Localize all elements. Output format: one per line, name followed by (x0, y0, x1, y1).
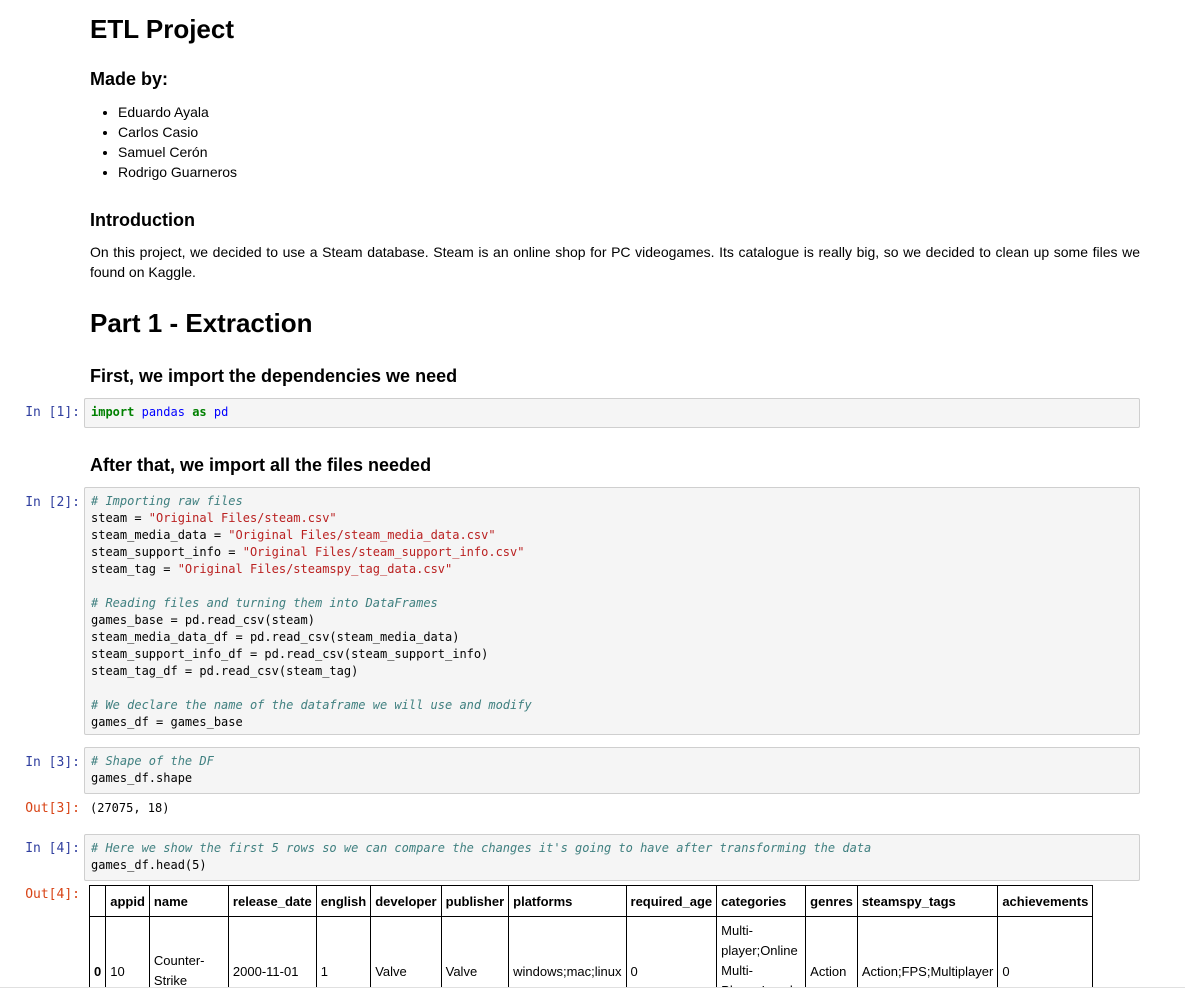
table-cell: 10 (105, 916, 150, 987)
column-header: publisher (440, 885, 510, 917)
code-string: "Original Files/steam.csv" (148, 511, 337, 525)
code-line: games_df.shape (91, 771, 193, 785)
code-string: "Original Files/steam_media_data.csv" (228, 528, 496, 542)
code-token: steam_media_data = (91, 528, 229, 542)
code-line: steam = "Original Files/steam.csv" (91, 510, 1133, 527)
table-cell: 1 (315, 916, 372, 987)
code-token: steam_tag = (91, 562, 178, 576)
table-header-row: appid name release_date english develope… (89, 885, 1094, 917)
column-header: required_age (625, 885, 718, 917)
code-token: as (192, 405, 207, 419)
code-line: steam_support_info = "Original Files/ste… (91, 544, 1133, 561)
code-comment: # Importing raw files (91, 494, 243, 508)
column-header: categories (716, 885, 807, 917)
code-cell-1[interactable]: import pandas as pd (84, 398, 1140, 428)
code-line: games_df = games_base (91, 715, 243, 729)
dataframe-output[interactable]: appid name release_date english develope… (89, 885, 1141, 987)
input-prompt: In [1]: (25, 405, 80, 420)
input-prompt: In [2]: (25, 495, 80, 510)
code-line: games_base = pd.read_csv(steam) (91, 613, 315, 627)
row-index: 0 (89, 916, 107, 987)
code-cell-3[interactable]: # Shape of the DF games_df.shape (84, 747, 1140, 794)
code-token: pd (213, 405, 229, 419)
column-header: english (315, 885, 372, 917)
author-item: Carlos Casio (118, 122, 1168, 142)
table-cell: 0 (625, 916, 718, 987)
code-line: steam_tag = "Original Files/steamspy_tag… (91, 561, 1133, 578)
code-comment: # Reading files and turning them into Da… (91, 596, 438, 610)
code-line: steam_tag_df = pd.read_csv(steam_tag) (91, 664, 359, 678)
made-by-heading: Made by: (90, 69, 169, 89)
output-text: (27075, 18) (90, 801, 170, 815)
code-line: games_df.head(5) (91, 858, 207, 872)
column-header: appid (105, 885, 150, 917)
code-string: "Original Files/steamspy_tag_data.csv" (177, 562, 453, 576)
code-line: steam_support_info_df = pd.read_csv(stea… (91, 647, 489, 661)
input-prompt: In [3]: (25, 755, 80, 770)
part1-heading: Part 1 - Extraction (90, 308, 313, 338)
column-header: platforms (508, 885, 627, 917)
code-token: steam_support_info = (91, 545, 243, 559)
dependencies-heading: First, we import the dependencies we nee… (90, 366, 458, 386)
column-header: steamspy_tags (856, 885, 999, 917)
table-cell: Valve (370, 916, 442, 987)
table-cell: Valve (440, 916, 510, 987)
code-cell-2[interactable]: # Importing raw files steam = "Original F… (84, 487, 1140, 735)
files-heading: After that, we import all the files need… (90, 455, 432, 475)
horizontal-scrollbar[interactable] (0, 987, 1185, 988)
code-comment: # Here we show the first 5 rows so we ca… (91, 841, 872, 855)
code-line: steam_media_data_df = pd.read_csv(steam_… (91, 630, 460, 644)
author-item: Samuel Cerón (118, 142, 1168, 162)
dataframe-table: appid name release_date english develope… (89, 885, 1094, 987)
table-cell: Counter-Strike (148, 916, 229, 987)
table-cell: windows;mac;linux (508, 916, 627, 987)
code-line: steam_media_data = "Original Files/steam… (91, 527, 1133, 544)
code-comment: # We declare the name of the dataframe w… (91, 698, 532, 712)
code-token: pandas (141, 405, 185, 419)
code-token: steam = (91, 511, 149, 525)
column-header (89, 885, 107, 917)
author-item: Rodrigo Guarneros (118, 162, 1168, 182)
table-cell: Multi-player;Online Multi-Player;Local M… (716, 916, 807, 987)
column-header: genres (805, 885, 858, 917)
column-header: developer (370, 885, 442, 917)
input-prompt: In [4]: (25, 841, 80, 856)
output-prompt: Out[3]: (25, 801, 80, 816)
column-header: name (148, 885, 229, 917)
introduction-text: On this project, we decided to use a Ste… (90, 244, 1140, 280)
table-cell: Action (805, 916, 858, 987)
output-prompt: Out[4]: (25, 887, 80, 902)
table-cell: 2000-11-01 (227, 916, 317, 987)
code-cell-4[interactable]: # Here we show the first 5 rows so we ca… (84, 834, 1140, 881)
column-header: achievements (997, 885, 1094, 917)
table-cell: Action;FPS;Multiplayer (856, 916, 999, 987)
table-cell: 0 (997, 916, 1094, 987)
notebook-title: ETL Project (90, 14, 235, 44)
author-item: Eduardo Ayala (118, 102, 1168, 122)
code-string: "Original Files/steam_support_info.csv" (242, 545, 525, 559)
code-token: import (91, 405, 135, 419)
code-comment: # Shape of the DF (91, 754, 214, 768)
column-header: release_date (227, 885, 317, 917)
table-row: 0 10 Counter-Strike 2000-11-01 1 Valve V… (89, 916, 1094, 987)
authors-list: Eduardo Ayala Carlos Casio Samuel Cerón … (90, 102, 1168, 182)
introduction-heading: Introduction (90, 210, 195, 230)
